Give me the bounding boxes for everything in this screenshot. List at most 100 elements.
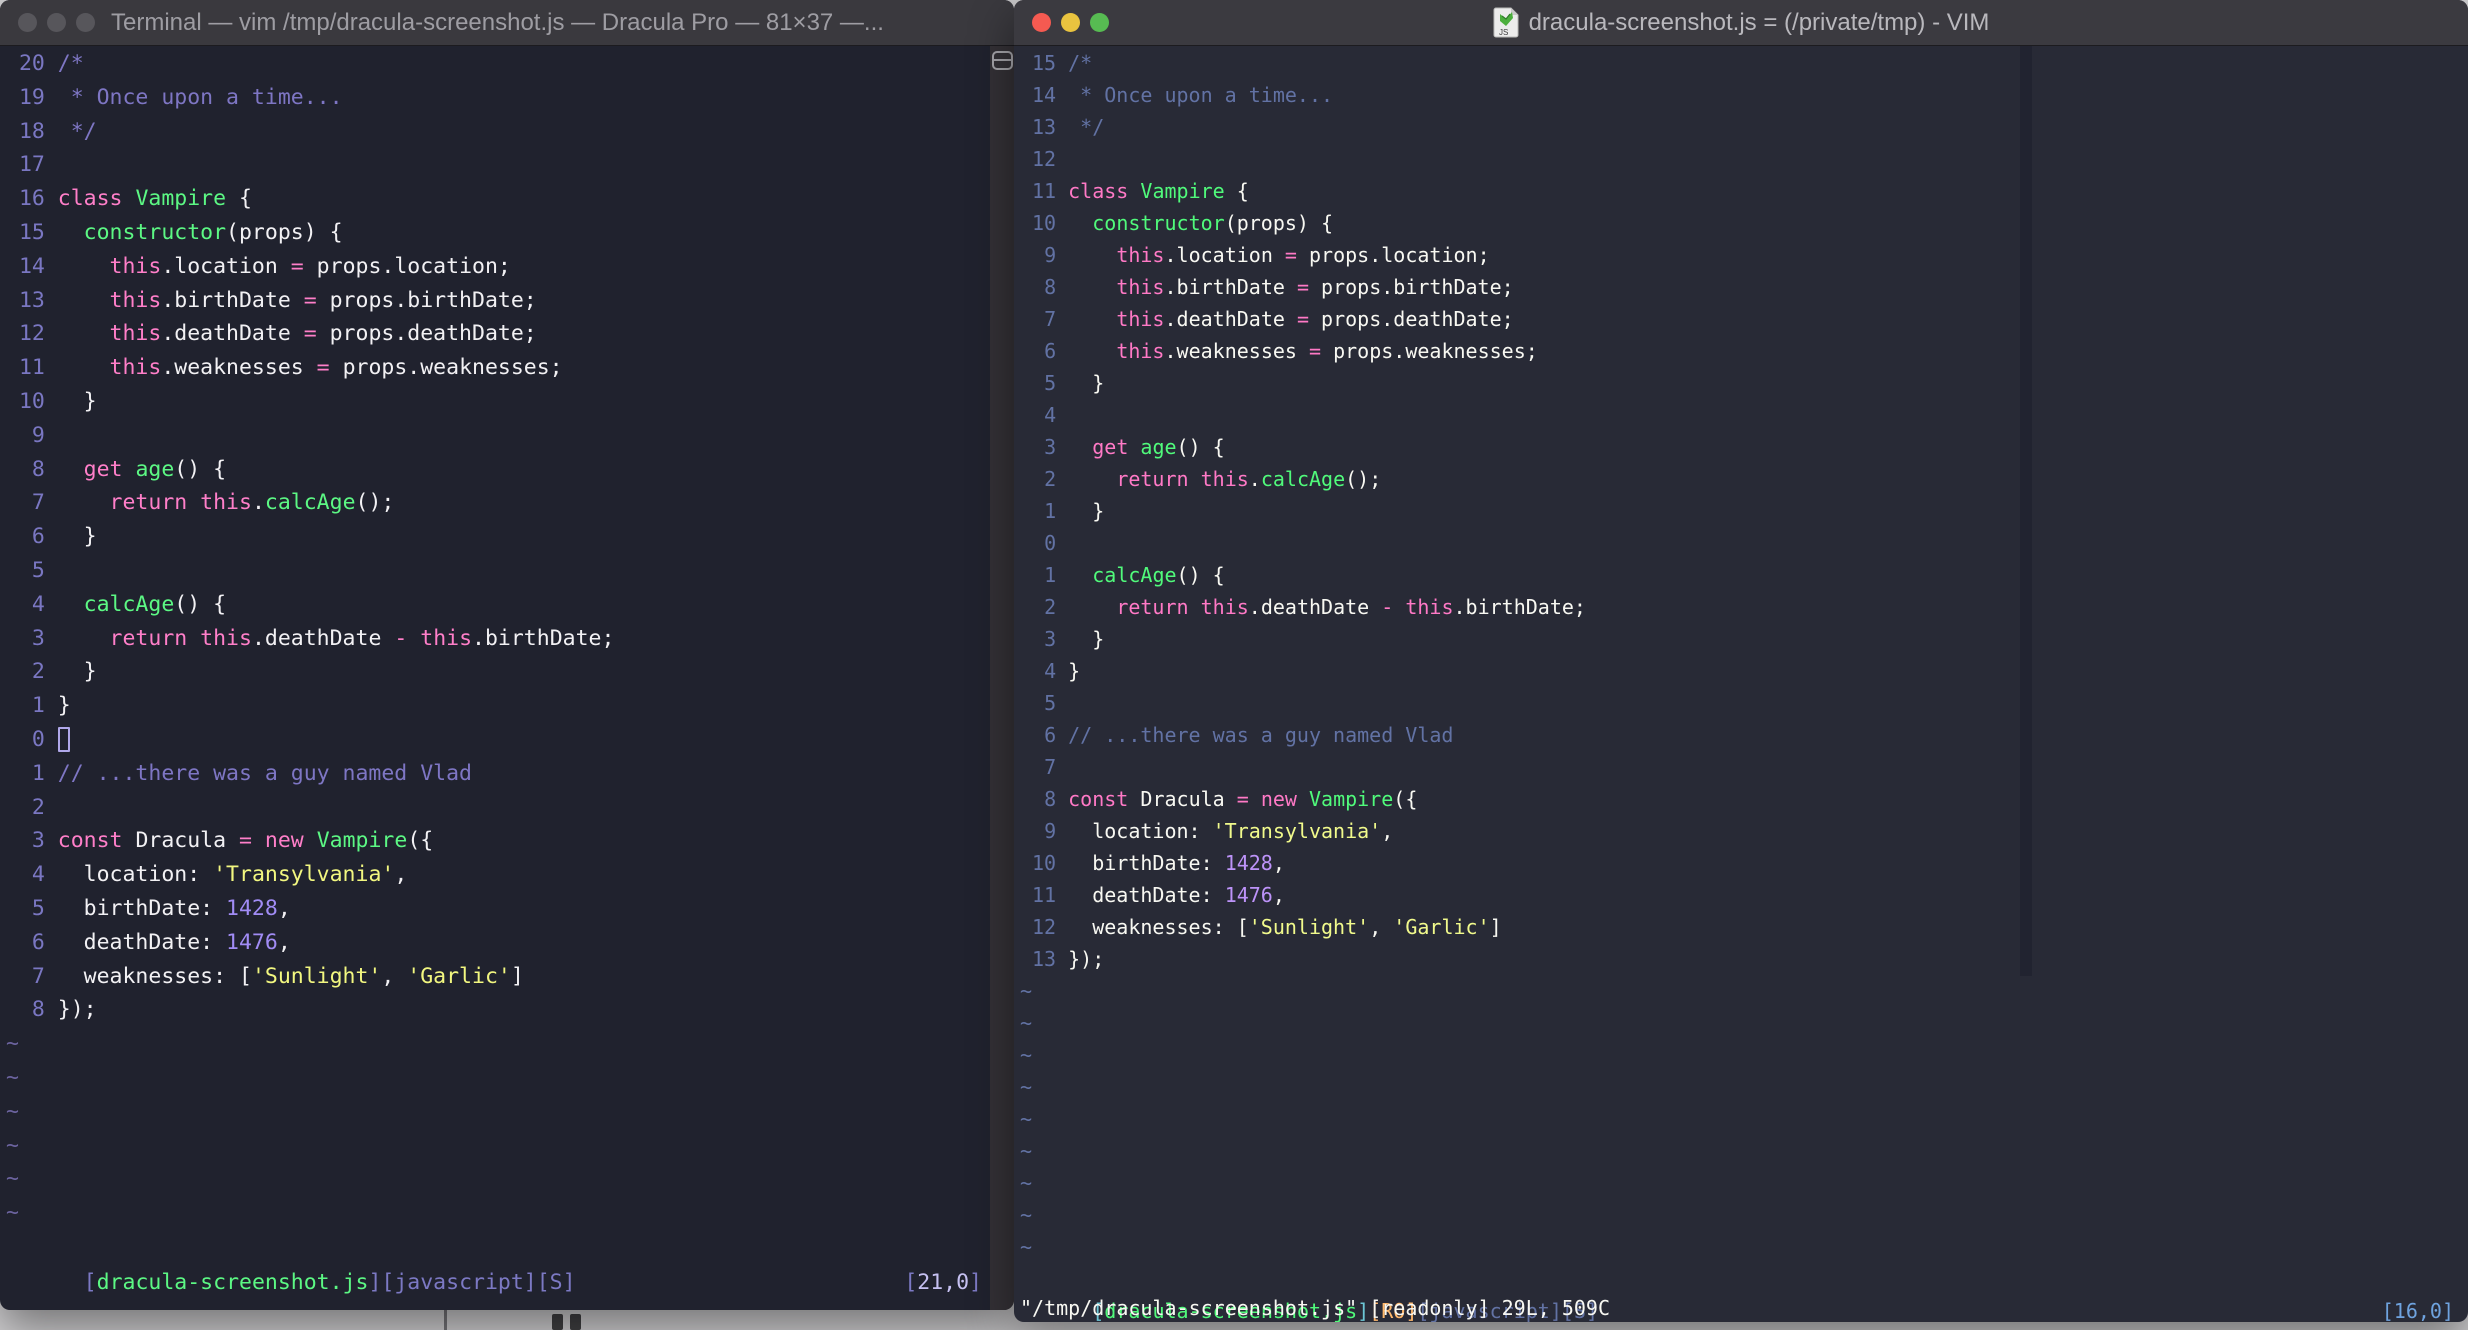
vim-buffer-right[interactable]: 15/* 14 * Once upon a time... 13 */12 11 cla… bbox=[1014, 45, 2468, 1263]
line-number: 2 bbox=[31, 659, 45, 685]
split-pane-icon[interactable] bbox=[992, 51, 1013, 70]
code-line: 14 * Once upon a time... bbox=[1020, 79, 2468, 111]
line-number: 5 bbox=[1044, 371, 1057, 395]
code-line: 2 bbox=[6, 791, 990, 825]
empty-buffer-line: ~ bbox=[1020, 979, 1033, 1003]
line-number: 7 bbox=[1044, 307, 1057, 331]
ruler-position: 16,0 bbox=[2393, 1299, 2442, 1322]
line-number: 8 bbox=[1044, 275, 1057, 299]
code-line: 12 bbox=[1020, 143, 2468, 175]
code-line: 18 */ bbox=[6, 115, 990, 149]
line-number: 6 bbox=[1044, 723, 1057, 747]
code-line: 5 birthDate: 1428, bbox=[6, 892, 990, 926]
code-line: 9 this.location = props.location; bbox=[1020, 239, 2468, 271]
terminal-scrollbar-track[interactable] bbox=[990, 46, 1014, 1310]
zoom-button[interactable] bbox=[1090, 13, 1109, 32]
empty-buffer-line: ~ bbox=[1020, 1203, 1033, 1227]
line-number: 3 bbox=[31, 625, 45, 651]
code-line: 6 } bbox=[6, 520, 990, 554]
terminal-titlebar[interactable]: Terminal — vim /tmp/dracula-screenshot.j… bbox=[0, 0, 1014, 46]
code-line: 8 this.birthDate = props.birthDate; bbox=[1020, 271, 2468, 303]
code-line: 10 constructor(props) { bbox=[1020, 207, 2468, 239]
minimize-button[interactable] bbox=[1061, 13, 1080, 32]
ruler-bracket: ] bbox=[2441, 1299, 2454, 1322]
vim-cursor bbox=[57, 726, 70, 752]
empty-buffer-line: ~ bbox=[1020, 1139, 1033, 1163]
line-number: 11 bbox=[1032, 883, 1057, 907]
macvim-titlebar[interactable]: JS dracula-screenshot.js = (/private/tmp… bbox=[1014, 0, 2468, 46]
empty-buffer-line: ~ bbox=[6, 1200, 19, 1226]
line-number: 3 bbox=[1044, 627, 1057, 651]
zoom-button[interactable] bbox=[76, 13, 95, 32]
vim-command-line: "/tmp/dracula-screenshot.js" [readonly] … bbox=[1020, 1296, 1611, 1320]
terminal-window: Terminal — vim /tmp/dracula-screenshot.j… bbox=[0, 0, 1014, 1310]
code-line: 6// ...there was a guy named Vlad bbox=[1020, 719, 2468, 751]
line-number: 20 bbox=[18, 51, 45, 76]
line-number: 14 bbox=[1032, 83, 1057, 107]
code-line: 6 deathDate: 1476, bbox=[6, 926, 990, 960]
line-number: 15 bbox=[18, 219, 45, 245]
line-number: 19 bbox=[18, 84, 45, 110]
vim-buffer-left[interactable]: 20/* 19 * Once upon a time... 18 */17 16 cla… bbox=[0, 45, 990, 1230]
empty-buffer-line: ~ bbox=[6, 1098, 19, 1124]
code-line: 15/* bbox=[1020, 47, 2468, 79]
line-number: 17 bbox=[18, 152, 45, 178]
line-number: 2 bbox=[1044, 467, 1057, 491]
macvim-window: JS dracula-screenshot.js = (/private/tmp… bbox=[1014, 0, 2468, 1322]
empty-buffer-line: ~ bbox=[1020, 1075, 1033, 1099]
statusline-bracket: ] bbox=[368, 1269, 382, 1295]
line-number: 1 bbox=[31, 760, 45, 786]
ruler-bracket: [ bbox=[2381, 1299, 2394, 1322]
background-window-glyph bbox=[552, 1314, 563, 1330]
line-number: 7 bbox=[1044, 755, 1057, 779]
line-number: 8 bbox=[31, 456, 45, 482]
traffic-lights bbox=[1032, 13, 1109, 32]
background-window-divider bbox=[444, 1310, 447, 1330]
code-line: 13 this.birthDate = props.birthDate; bbox=[6, 284, 990, 318]
code-line: 4 calcAge() { bbox=[6, 588, 990, 622]
code-line: 8 const Dracula = new Vampire({ bbox=[1020, 783, 2468, 815]
code-line: 3 const Dracula = new Vampire({ bbox=[6, 824, 990, 858]
line-number: 11 bbox=[1032, 179, 1057, 203]
empty-buffer-line: ~ bbox=[6, 1031, 19, 1057]
line-number: 8 bbox=[1044, 787, 1057, 811]
line-number: 14 bbox=[18, 253, 45, 279]
code-line: 10 birthDate: 1428, bbox=[1020, 847, 2468, 879]
line-number: 9 bbox=[1044, 243, 1057, 267]
js-icon-label: JS bbox=[1499, 28, 1508, 37]
terminal-window-title: Terminal — vim /tmp/dracula-screenshot.j… bbox=[111, 8, 884, 36]
minimize-button[interactable] bbox=[47, 13, 66, 32]
line-number: 13 bbox=[1032, 947, 1057, 971]
line-number: 9 bbox=[1044, 819, 1057, 843]
line-number: 3 bbox=[31, 828, 45, 854]
close-button[interactable] bbox=[1032, 13, 1051, 32]
line-number: 8 bbox=[31, 997, 45, 1023]
code-line: 10 } bbox=[6, 385, 990, 419]
code-line: 16 class Vampire { bbox=[6, 182, 990, 216]
statusline-filename: dracula-screenshot.js bbox=[96, 1269, 369, 1295]
vim-statusline-left: [dracula-screenshot.js][javascript][S] [… bbox=[6, 1232, 982, 1310]
code-line: 2 } bbox=[6, 655, 990, 689]
code-line: 4} bbox=[1020, 655, 2468, 687]
code-line: 2 return this.deathDate - this.birthDate… bbox=[1020, 591, 2468, 623]
line-number: 4 bbox=[31, 862, 45, 888]
line-number: 11 bbox=[18, 355, 45, 381]
code-line: 11 deathDate: 1476, bbox=[1020, 879, 2468, 911]
line-number: 18 bbox=[18, 118, 45, 144]
code-line: 2 return this.calcAge(); bbox=[1020, 463, 2468, 495]
close-button[interactable] bbox=[18, 13, 37, 32]
empty-buffer-line: ~ bbox=[1020, 1011, 1033, 1035]
code-line: 8}); bbox=[6, 993, 990, 1027]
code-line: 11 this.weaknesses = props.weaknesses; bbox=[6, 351, 990, 385]
code-line: 9 location: 'Transylvania', bbox=[1020, 815, 2468, 847]
code-line: 3 get age() { bbox=[1020, 431, 2468, 463]
code-line: 12 weaknesses: ['Sunlight', 'Garlic'] bbox=[1020, 911, 2468, 943]
code-line: 14 this.location = props.location; bbox=[6, 250, 990, 284]
code-line: 1 calcAge() { bbox=[1020, 559, 2468, 591]
line-number: 0 bbox=[31, 726, 45, 752]
statusline-flags: [javascript][S] bbox=[381, 1269, 576, 1295]
code-line: 3 } bbox=[1020, 623, 2468, 655]
line-number: 1 bbox=[31, 693, 45, 719]
code-line: 11 class Vampire { bbox=[1020, 175, 2468, 207]
line-number: 5 bbox=[1044, 691, 1057, 715]
